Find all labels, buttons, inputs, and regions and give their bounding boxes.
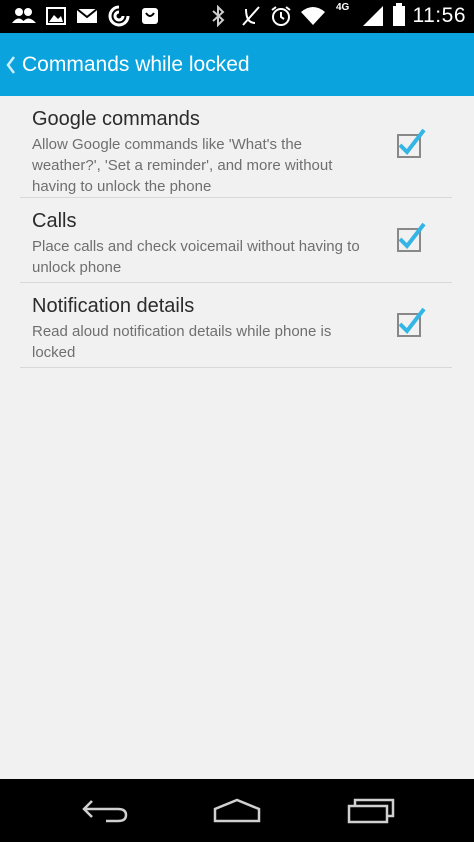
preferences-list: Google commands Allow Google commands li… (0, 96, 474, 779)
back-icon[interactable] (80, 797, 130, 825)
google-commands-checkbox[interactable] (397, 128, 426, 158)
pref-google-commands[interactable]: Google commands Allow Google commands li… (20, 96, 452, 198)
up-navigation-icon[interactable] (4, 53, 18, 77)
pref-summary: Allow Google commands like 'What's the w… (32, 136, 333, 195)
status-bar: 4G 11:56 (0, 0, 474, 33)
home-icon[interactable] (212, 797, 262, 825)
bluetooth-icon (210, 5, 226, 27)
clock: 11:56 (412, 4, 466, 27)
signal-icon (362, 5, 384, 27)
bag-notification-icon (140, 5, 160, 27)
sync-notification-icon (108, 5, 130, 27)
recent-apps-icon[interactable] (346, 797, 396, 825)
battery-icon (392, 3, 406, 26)
notification-details-checkbox[interactable] (397, 307, 426, 337)
network-type-label: 4G (336, 2, 350, 13)
gallery-notification-icon (46, 5, 66, 27)
mute-icon (240, 5, 262, 27)
page-title[interactable]: Commands while locked (22, 53, 250, 77)
pref-title: Calls (32, 210, 77, 232)
action-bar: Commands while locked (0, 33, 474, 96)
pref-title: Notification details (32, 295, 195, 317)
wifi-icon (300, 5, 326, 27)
navigation-bar (0, 779, 474, 842)
pref-summary: Place calls and check voicemail without … (32, 238, 360, 276)
pref-notification-details[interactable]: Notification details Read aloud notifica… (20, 283, 452, 368)
pref-calls[interactable]: Calls Place calls and check voicemail wi… (20, 198, 452, 283)
contacts-notification-icon (12, 5, 36, 27)
pref-title: Google commands (32, 108, 200, 130)
calls-checkbox[interactable] (397, 222, 426, 252)
pref-summary: Read aloud notification details while ph… (32, 323, 332, 361)
alarm-icon (270, 5, 292, 27)
gmail-notification-icon (76, 5, 98, 27)
